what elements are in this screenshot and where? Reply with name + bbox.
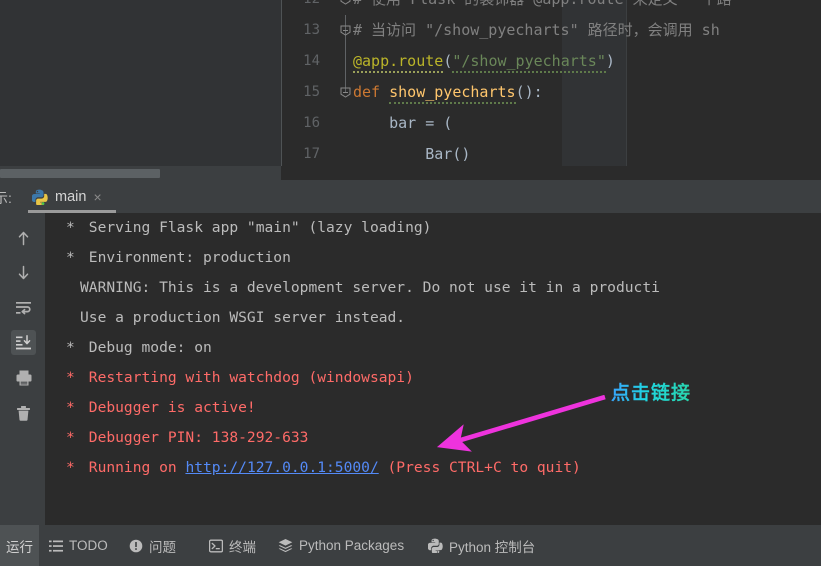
console-line: * Environment: production <box>46 243 821 273</box>
statusbar-problems-label: 问题 <box>149 539 176 555</box>
console-text: (Press CTRL+C to quit) <box>378 459 581 476</box>
console-bullet: * <box>66 459 75 476</box>
console-line: WARNING: This is a development server. D… <box>46 273 821 303</box>
statusbar-item-python-console[interactable]: Python 控制台 <box>428 525 535 566</box>
statusbar-item-terminal[interactable]: 终端 <box>208 525 256 566</box>
line-number: 13 <box>303 22 320 38</box>
statusbar-todo-label: TODO <box>69 538 108 553</box>
scroll-to-end-icon[interactable] <box>11 330 36 355</box>
status-bar: 运行 TODO 问题 终端 Python Packages Python 控制台 <box>0 525 821 566</box>
statusbar-run-label: 运行 <box>6 539 33 555</box>
run-tab-label: main <box>55 188 87 205</box>
code-text: # 当访问 "/show_pyecharts" 路径时，会调用 sh <box>353 21 720 39</box>
run-tab-bar-label: 示: <box>0 190 12 206</box>
list-icon <box>48 538 63 553</box>
statusbar-item-todo[interactable]: TODO <box>48 525 108 566</box>
editor-hscrollbar-track[interactable] <box>0 166 281 180</box>
console-bullet: * <box>66 399 75 416</box>
console-text: Running on <box>80 459 186 476</box>
rerun-down-icon[interactable] <box>11 260 36 285</box>
console-text: Debugger PIN: 138-292-633 <box>80 429 309 446</box>
code-line: 13 # 当访问 "/show_pyecharts" 路径时，会调用 sh <box>281 15 821 46</box>
console-bullet: * <box>66 219 75 236</box>
code-text: # 使用 Flask 的装饰器 @app.route 来定义 一个路 <box>353 0 732 15</box>
console-bullet: * <box>66 429 75 446</box>
code-text: bar = ( <box>353 114 453 132</box>
layers-icon <box>278 538 293 553</box>
console-text: Debugger is active! <box>80 399 256 416</box>
console-line: Use a production WSGI server instead. <box>46 303 821 333</box>
console-text: Environment: production <box>80 249 291 266</box>
line-number: 14 <box>303 53 320 69</box>
line-number: 15 <box>303 84 320 100</box>
run-tab-main[interactable]: main × <box>24 180 111 213</box>
console-bullet: * <box>66 249 75 266</box>
line-number: 16 <box>303 115 320 131</box>
code-line: 14 @app.route("/show_pyecharts") <box>281 46 821 77</box>
code-text: @app.route("/show_pyecharts") <box>353 46 615 77</box>
code-line: 17 Bar() <box>281 139 821 166</box>
fold-marker-icon[interactable] <box>338 77 352 108</box>
console-line: * Serving Flask app "main" (lazy loading… <box>46 213 821 243</box>
statusbar-terminal-label: 终端 <box>229 539 256 555</box>
run-tool-window: 示: main × * Serving Flask app "main" (la… <box>0 180 821 525</box>
warning-icon <box>128 538 143 553</box>
statusbar-python-console-label: Python 控制台 <box>449 539 536 555</box>
print-icon[interactable] <box>11 365 36 390</box>
console-line: * Running on http://127.0.0.1:5000/ (Pre… <box>46 453 821 483</box>
code-line: 16 bar = ( <box>281 108 821 139</box>
editor-left-gutter-area <box>0 0 281 166</box>
statusbar-item-python-packages[interactable]: Python Packages <box>278 525 404 566</box>
statusbar-item-run[interactable]: 运行 <box>0 525 39 566</box>
code-line: 12 # 使用 Flask 的装饰器 @app.route 来定义 一个路 <box>281 0 821 15</box>
editor-code-pane[interactable]: 12 # 使用 Flask 的装饰器 @app.route 来定义 一个路 13 # … <box>281 0 821 166</box>
fold-marker-icon[interactable] <box>338 0 352 15</box>
statusbar-item-problems[interactable]: 问题 <box>128 525 176 566</box>
close-icon[interactable]: × <box>93 190 101 204</box>
code-text: def show_pyecharts(): <box>353 77 543 108</box>
annotation-label: 点击链接 <box>611 378 691 405</box>
statusbar-python-packages-label: Python Packages <box>299 538 405 553</box>
fold-marker-icon[interactable] <box>338 15 352 46</box>
console-text: Debug mode: on <box>80 339 212 356</box>
line-number: 12 <box>281 0 326 15</box>
python-icon <box>428 538 443 553</box>
console-line: * Debugger is active! <box>46 393 821 423</box>
screenshot-root: 12 # 使用 Flask 的装饰器 @app.route 来定义 一个路 13 # … <box>0 0 821 566</box>
rerun-up-icon[interactable] <box>11 226 36 251</box>
python-icon <box>32 189 48 205</box>
console-text: WARNING: This is a development server. D… <box>80 279 660 296</box>
soft-wrap-icon[interactable] <box>11 295 36 320</box>
console-text: Use a production WSGI server instead. <box>80 309 406 326</box>
code-text: Bar() <box>353 145 471 163</box>
run-tab-bar: 示: main × <box>0 180 821 213</box>
run-console-output[interactable]: * Serving Flask app "main" (lazy loading… <box>46 213 821 525</box>
trash-icon[interactable] <box>11 401 36 426</box>
line-number: 17 <box>303 146 320 162</box>
console-text: Restarting with watchdog (windowsapi) <box>80 369 414 386</box>
editor-lines: 12 # 使用 Flask 的装饰器 @app.route 来定义 一个路 13 # … <box>281 0 821 166</box>
editor-vertical-separator <box>281 0 282 166</box>
console-line: * Debug mode: on <box>46 333 821 363</box>
run-side-toolbar <box>0 213 46 525</box>
console-line: * Restarting with watchdog (windowsapi) <box>46 363 821 393</box>
console-bullet: * <box>66 369 75 386</box>
code-editor[interactable]: 12 # 使用 Flask 的装饰器 @app.route 来定义 一个路 13 # … <box>0 0 821 166</box>
terminal-icon <box>208 538 223 553</box>
console-line: * Debugger PIN: 138-292-633 <box>46 423 821 453</box>
code-line: 15 def show_pyecharts(): <box>281 77 821 108</box>
console-link[interactable]: http://127.0.0.1:5000/ <box>185 459 378 476</box>
console-text: Serving Flask app "main" (lazy loading) <box>80 219 432 236</box>
editor-hscrollbar-thumb[interactable] <box>0 169 160 178</box>
console-bullet: * <box>66 339 75 356</box>
